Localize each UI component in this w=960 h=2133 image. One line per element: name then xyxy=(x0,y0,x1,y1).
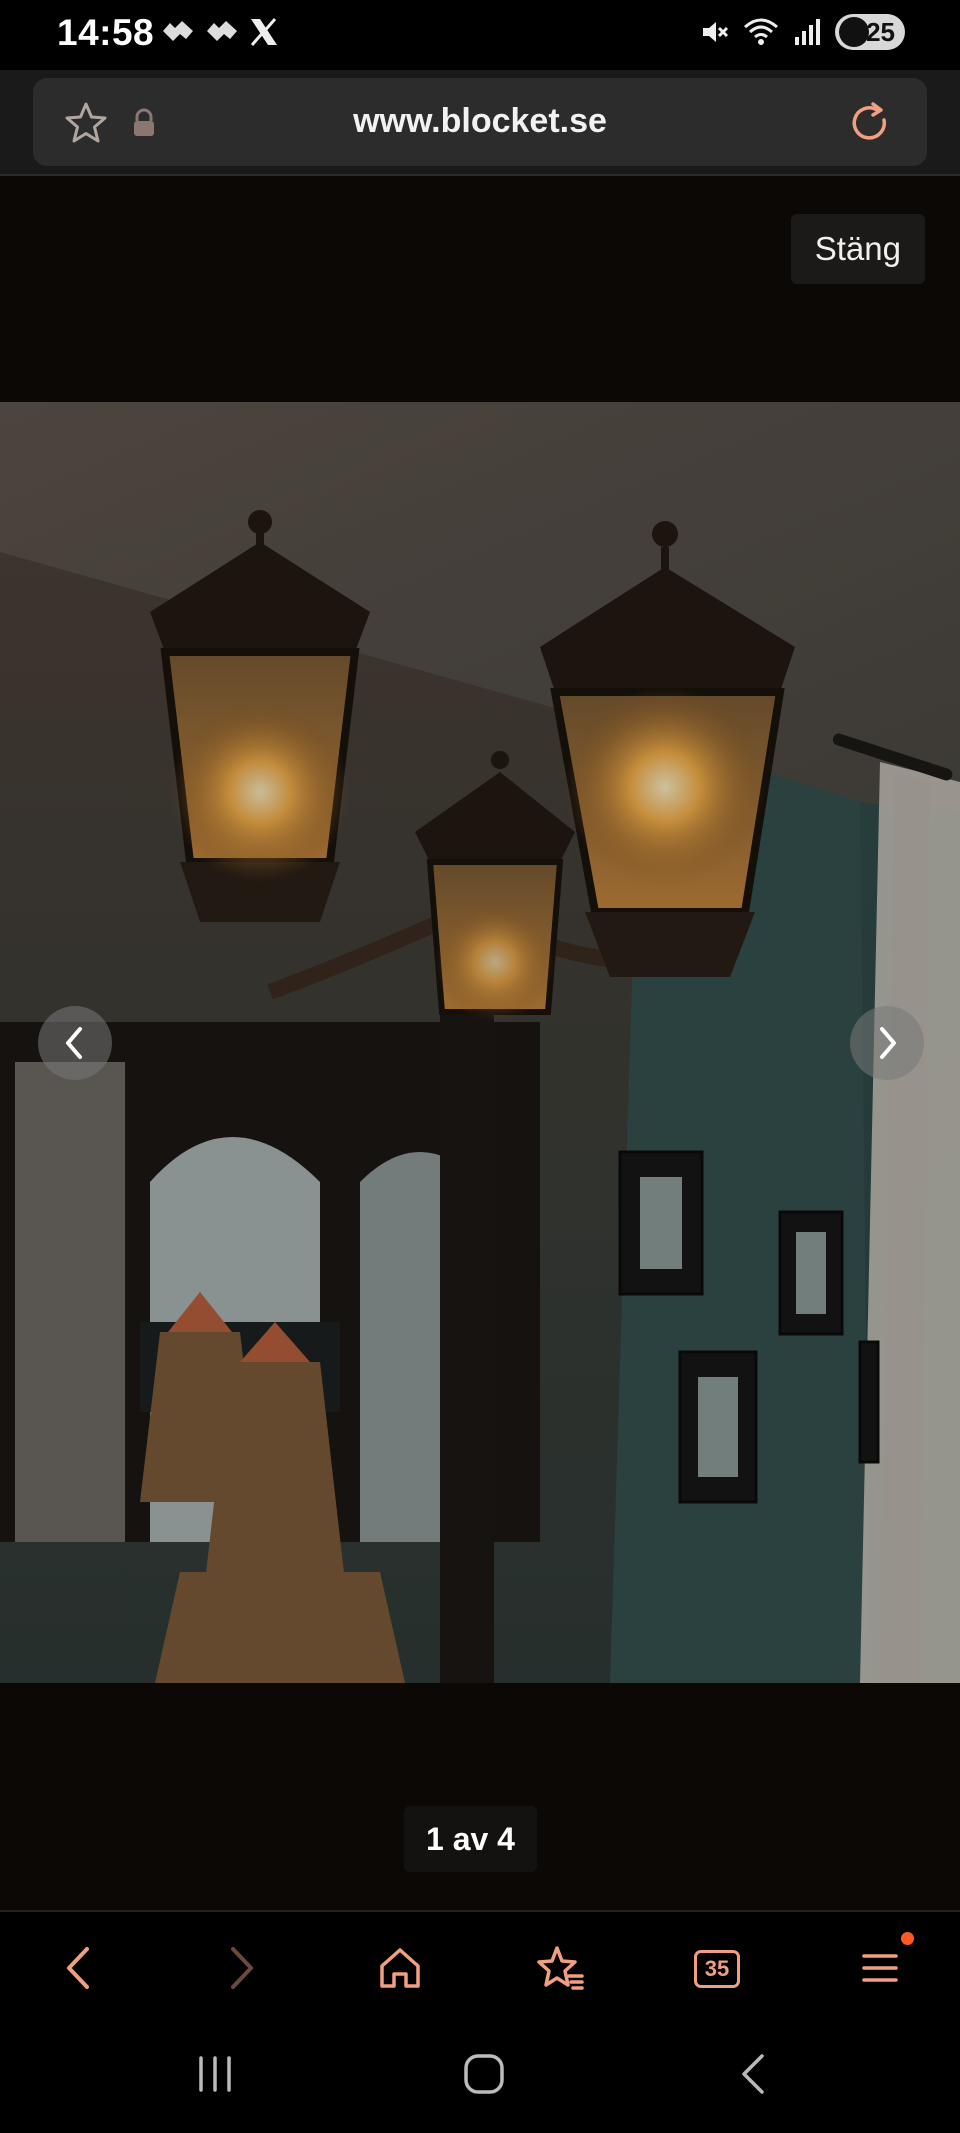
bookmarks-button[interactable] xyxy=(530,1938,590,1998)
home-button[interactable] xyxy=(370,1938,430,1998)
battery-level: 25 xyxy=(866,16,895,47)
messenger-like-icon xyxy=(207,21,237,41)
forward-button[interactable] xyxy=(212,1938,272,1998)
image-counter: 1 av 4 xyxy=(404,1806,537,1872)
notification-icons xyxy=(160,16,280,48)
chevron-right-icon xyxy=(880,1027,896,1059)
reload-icon[interactable] xyxy=(847,100,893,146)
wifi-icon xyxy=(744,18,778,45)
back-button[interactable] xyxy=(48,1938,108,1998)
mute-icon xyxy=(703,22,729,42)
bookmarks-star-icon xyxy=(537,1946,584,1990)
system-icons: 25 xyxy=(699,14,905,50)
forward-arrow-icon xyxy=(231,1947,253,1989)
listing-photo[interactable] xyxy=(0,402,960,1683)
hamburger-menu-icon xyxy=(862,1954,898,1982)
system-navigation-bar xyxy=(0,2022,960,2133)
next-image-button[interactable] xyxy=(850,1006,924,1080)
lamp-photo-image xyxy=(0,402,960,1683)
url-text[interactable]: www.blocket.se xyxy=(33,102,927,141)
messenger-like-icon xyxy=(163,21,193,41)
signal-icon xyxy=(795,19,820,45)
tab-count-badge: 35 xyxy=(694,1950,740,1988)
back-system-icon[interactable] xyxy=(738,2052,768,2096)
home-icon xyxy=(380,1948,420,1988)
notification-dot xyxy=(901,1932,914,1945)
x-logo-icon xyxy=(250,18,277,46)
home-system-icon[interactable] xyxy=(462,2052,506,2096)
menu-button[interactable] xyxy=(850,1932,914,1998)
browser-toolbar: 35 xyxy=(0,1910,960,2022)
recent-apps-icon[interactable] xyxy=(195,2052,235,2096)
battery-icon: 25 xyxy=(835,14,905,50)
chevron-left-icon xyxy=(66,1027,82,1059)
tabs-button[interactable]: 35 xyxy=(690,1938,750,1998)
image-viewer: Stäng 1 av 4 xyxy=(0,176,960,1910)
close-button[interactable]: Stäng xyxy=(790,214,925,284)
browser-address-area: www.blocket.se xyxy=(0,70,960,176)
charging-icon xyxy=(839,17,869,47)
status-time: 14:58 xyxy=(57,12,155,53)
previous-image-button[interactable] xyxy=(38,1006,112,1080)
status-bar: 14:58 25 xyxy=(0,0,960,70)
back-arrow-icon xyxy=(67,1947,89,1989)
address-bar[interactable]: www.blocket.se xyxy=(33,78,927,166)
